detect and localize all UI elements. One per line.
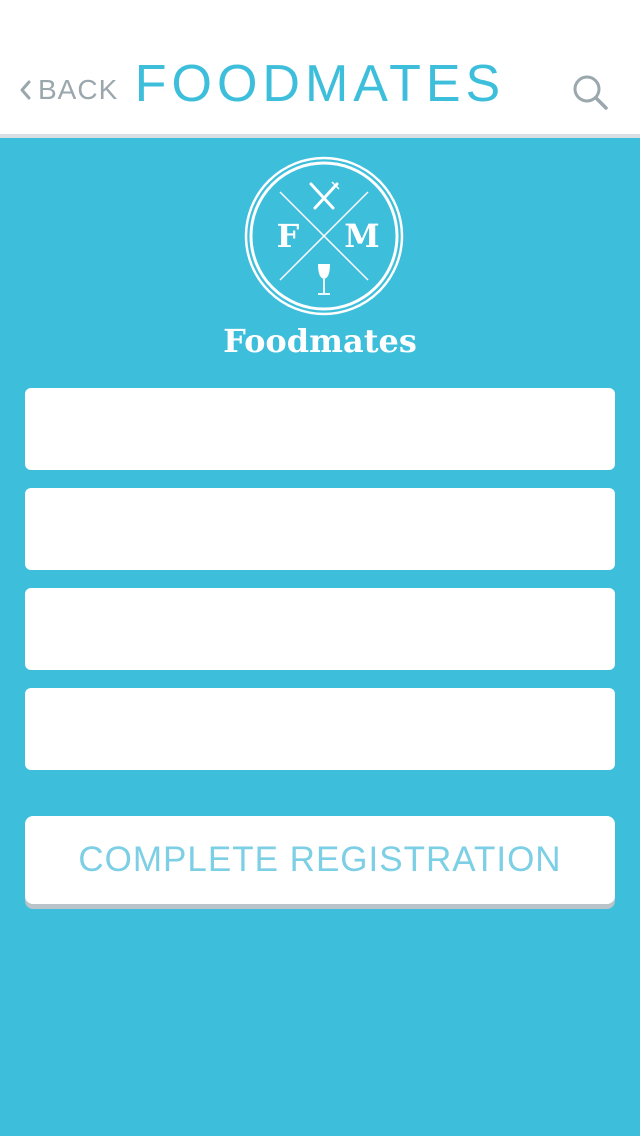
registration-field-3[interactable] <box>25 588 615 670</box>
wine-glass-icon <box>318 264 330 295</box>
complete-registration-label: COMPLETE REGISTRATION <box>78 840 562 879</box>
logo-wordmark: Foodmates <box>223 322 417 360</box>
logo-letter-f: F <box>277 217 300 255</box>
registration-field-2[interactable] <box>25 488 615 570</box>
logo-letter-m: M <box>344 217 379 255</box>
fork-knife-icon <box>309 181 340 210</box>
search-button[interactable] <box>570 72 610 112</box>
registration-field-4[interactable] <box>25 688 615 770</box>
chevron-left-icon <box>18 79 32 101</box>
foodmates-logo: F M <box>240 152 408 320</box>
registration-field-1[interactable] <box>25 388 615 470</box>
search-icon <box>570 75 610 116</box>
complete-registration-button[interactable]: COMPLETE REGISTRATION <box>25 816 615 904</box>
top-navigation-bar: BACK FOODMATES <box>0 0 640 134</box>
back-label: BACK <box>38 74 119 105</box>
back-button[interactable]: BACK <box>18 72 118 108</box>
